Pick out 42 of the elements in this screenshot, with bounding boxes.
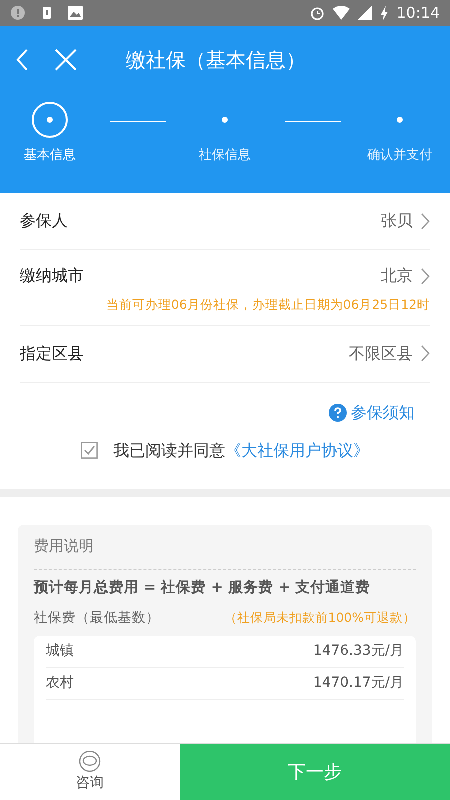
image-icon bbox=[68, 6, 83, 20]
step-label: 确认并支付 bbox=[368, 147, 432, 165]
field-label: 缴纳城市 bbox=[20, 265, 84, 287]
form-row[interactable]: 指定区县 不限区县 bbox=[20, 326, 430, 383]
chevron-icon bbox=[421, 212, 430, 230]
close-icon[interactable] bbox=[54, 48, 78, 72]
back-icon[interactable] bbox=[16, 48, 30, 72]
signal-icon bbox=[358, 6, 372, 20]
chevron-icon bbox=[421, 345, 430, 362]
insurance-notice-link[interactable]: 参保须知 bbox=[329, 400, 415, 425]
step-label: 社保信息 bbox=[199, 147, 251, 165]
charging-icon bbox=[380, 6, 389, 20]
row-amount: 1470.17元/月 bbox=[313, 674, 404, 694]
card-title: 费用说明 bbox=[34, 534, 416, 570]
alert-icon bbox=[10, 5, 26, 21]
agreement-text: 我已阅读并同意 bbox=[114, 440, 226, 460]
fee-subtitle: 社保费（最低基数） bbox=[34, 609, 160, 628]
step-label: 基本信息 bbox=[24, 147, 76, 165]
field-value: 北京 bbox=[381, 265, 413, 287]
form-row[interactable]: 缴纳城市 北京 当前可办理06月份社保，办理截止日期为06月25日12时 bbox=[20, 250, 430, 326]
field-label: 参保人 bbox=[20, 210, 68, 232]
agreement-link[interactable]: 《大社保用户协议》 bbox=[226, 440, 370, 460]
form-row[interactable]: 参保人 张贝 bbox=[20, 193, 430, 250]
chevron-icon bbox=[421, 268, 430, 284]
help-icon bbox=[329, 404, 347, 422]
row-amount: 1476.33元/月 bbox=[313, 642, 404, 662]
refund-note: （社保局未扣款前100%可退款） bbox=[224, 608, 416, 627]
field-label: 指定区县 bbox=[20, 342, 84, 365]
deadline-note: 当前可办理06月份社保，办理截止日期为06月25日12时 bbox=[105, 296, 430, 314]
fee-formula: 预计每月总费用 = 社保费 + 服务费 + 支付通道费 bbox=[34, 578, 372, 598]
field-value: 张贝 bbox=[381, 210, 413, 232]
wifi-icon bbox=[332, 6, 350, 20]
consult-button[interactable]: 咨询 bbox=[0, 744, 180, 800]
row-name: 城镇 bbox=[46, 642, 74, 662]
checkbox[interactable] bbox=[80, 442, 98, 460]
row-name: 农村 bbox=[46, 674, 74, 694]
clock-time: 10:14 bbox=[396, 2, 440, 24]
phone-icon bbox=[42, 6, 52, 20]
chat-icon bbox=[78, 750, 102, 772]
field-value: 不限区县 bbox=[349, 342, 413, 365]
page-title: 缴社保（基本信息） bbox=[126, 47, 306, 74]
alarm-icon bbox=[310, 6, 325, 20]
